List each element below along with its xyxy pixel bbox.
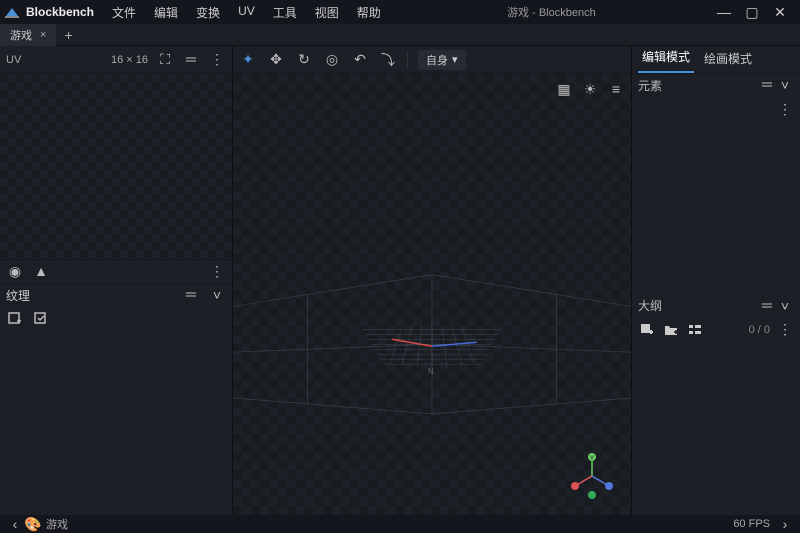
toolbar-separator <box>407 52 408 68</box>
viewport-overlay: ▦ ☀ ≡ <box>555 80 625 98</box>
window-title: 游戏 - Blockbench <box>389 4 714 20</box>
footer-next-icon[interactable]: › <box>776 515 794 533</box>
warning-icon[interactable]: ▲ <box>32 262 50 280</box>
outline-tools: 0 / 0 ⋮ <box>632 317 800 343</box>
screenshot-icon[interactable]: ▦ <box>555 80 573 98</box>
3d-viewport[interactable]: N ▦ ☀ ≡ Y <box>233 74 631 515</box>
uv-label: UV <box>6 54 21 66</box>
elements-collapse-icon[interactable]: ˅ <box>776 76 794 94</box>
display-more-icon[interactable]: ⋮ <box>208 262 226 280</box>
texture-panel-head: 纹理 ＝ ˅ <box>0 283 232 307</box>
svg-text:Y: Y <box>590 456 594 462</box>
fullscreen-icon[interactable]: ⛶ <box>156 51 174 69</box>
footer-fps: 60 FPS <box>733 518 770 530</box>
close-button[interactable]: ✕ <box>770 4 790 21</box>
menu-view[interactable]: 视图 <box>307 1 347 24</box>
tab-edit-mode[interactable]: 编辑模式 <box>638 44 694 73</box>
outline-list <box>632 343 800 516</box>
app-logo-icon <box>4 4 20 20</box>
menu-transform[interactable]: 变换 <box>188 1 228 24</box>
elements-more-icon[interactable]: ⋮ <box>776 100 794 118</box>
texture-options-icon[interactable]: ＝ <box>182 286 200 304</box>
menu-uv[interactable]: UV <box>230 1 263 24</box>
tab-label: 游戏 <box>10 27 32 43</box>
uv-editor[interactable] <box>0 74 232 259</box>
texture-list <box>0 331 232 516</box>
uv-dimensions: 16 × 16 <box>111 54 148 66</box>
outline-head: 大纲 ＝ ˅ <box>632 295 800 317</box>
import-texture-icon[interactable] <box>32 310 50 328</box>
footer-prev-icon[interactable]: ‹ <box>6 515 24 533</box>
uv-toolbar: UV 16 × 16 ⛶ ＝ ⋮ <box>0 46 232 74</box>
window-controls: — ▢ ✕ <box>714 4 796 21</box>
outline-more-icon[interactable]: ⋮ <box>776 321 794 339</box>
viewport-grid: N <box>233 74 631 515</box>
origin-label: N <box>428 367 434 376</box>
add-texture-icon[interactable] <box>6 310 24 328</box>
display-panel-head: ◉ ▲ ⋮ <box>0 259 232 283</box>
menu-edit[interactable]: 编辑 <box>146 1 186 24</box>
scale-tool-icon[interactable]: ◎ <box>323 51 341 69</box>
footer-project: 游戏 <box>46 516 68 532</box>
add-cube-icon[interactable] <box>638 321 656 339</box>
center-panel: ✦ ✥ ↻ ◎ ↶ ⤵ 自身 ▾ <box>232 46 632 515</box>
menu-tools[interactable]: 工具 <box>265 1 305 24</box>
right-panel: 编辑模式 绘画模式 元素 ＝ ˅ ⋮ 大纲 ＝ ˅ <box>632 46 800 515</box>
maximize-button[interactable]: ▢ <box>742 4 762 21</box>
viewport-menu-icon[interactable]: ≡ <box>607 80 625 98</box>
uv-options-icon[interactable]: ＝ <box>182 51 200 69</box>
footer-mode-icon[interactable]: 🎨 <box>24 515 42 533</box>
transform-space-label: 自身 <box>426 52 448 68</box>
orientation-gizmo[interactable]: Y <box>567 451 617 501</box>
outline-title: 大纲 <box>638 297 662 314</box>
minimize-button[interactable]: — <box>714 4 734 21</box>
magic-tool-icon[interactable]: ✦ <box>239 51 257 69</box>
main-area: UV 16 × 16 ⛶ ＝ ⋮ ◉ ▲ ⋮ 纹理 ＝ ˅ <box>0 46 800 515</box>
project-tabs: 游戏 × + <box>0 24 800 46</box>
toggle-list-icon[interactable] <box>686 321 704 339</box>
outline-count: 0 / 0 <box>749 324 770 336</box>
tab-add-button[interactable]: + <box>56 24 80 46</box>
status-bar: ‹ 🎨 游戏 60 FPS › <box>0 515 800 533</box>
pivot-tool-icon[interactable]: ↶ <box>351 51 369 69</box>
left-panel: UV 16 × 16 ⛶ ＝ ⋮ ◉ ▲ ⋮ 纹理 ＝ ˅ <box>0 46 232 515</box>
tab-project[interactable]: 游戏 × <box>0 24 56 46</box>
elements-options-icon[interactable]: ＝ <box>758 76 776 94</box>
app-name: Blockbench <box>26 5 94 19</box>
rotate-tool-icon[interactable]: ↻ <box>295 51 313 69</box>
texture-collapse-icon[interactable]: ˅ <box>208 286 226 304</box>
main-menu: 文件 编辑 变换 UV 工具 视图 帮助 <box>104 1 389 24</box>
move-tool-icon[interactable]: ✥ <box>267 51 285 69</box>
shading-icon[interactable]: ☀ <box>581 80 599 98</box>
elements-head: 元素 ＝ ˅ <box>632 74 800 96</box>
titlebar: Blockbench 文件 编辑 变换 UV 工具 视图 帮助 游戏 - Blo… <box>0 0 800 24</box>
outline-options-icon[interactable]: ＝ <box>758 297 776 315</box>
mode-tabs: 编辑模式 绘画模式 <box>632 46 800 74</box>
add-group-icon[interactable] <box>662 321 680 339</box>
texture-tools <box>0 307 232 331</box>
vertex-tool-icon[interactable]: ⤵ <box>379 51 397 69</box>
tab-paint-mode[interactable]: 绘画模式 <box>700 46 756 73</box>
chevron-down-icon: ▾ <box>452 53 458 66</box>
transform-space-dropdown[interactable]: 自身 ▾ <box>418 50 466 70</box>
texture-title: 纹理 <box>6 287 30 304</box>
elements-list <box>632 122 800 295</box>
outline-collapse-icon[interactable]: ˅ <box>776 297 794 315</box>
uv-more-icon[interactable]: ⋮ <box>208 51 226 69</box>
tab-close-icon[interactable]: × <box>40 29 46 41</box>
viewport-toolbar: ✦ ✥ ↻ ◎ ↶ ⤵ 自身 ▾ <box>233 46 631 74</box>
elements-title: 元素 <box>638 77 662 94</box>
elements-body: ⋮ <box>632 96 800 122</box>
menu-help[interactable]: 帮助 <box>349 1 389 24</box>
menu-file[interactable]: 文件 <box>104 1 144 24</box>
visibility-icon[interactable]: ◉ <box>6 262 24 280</box>
